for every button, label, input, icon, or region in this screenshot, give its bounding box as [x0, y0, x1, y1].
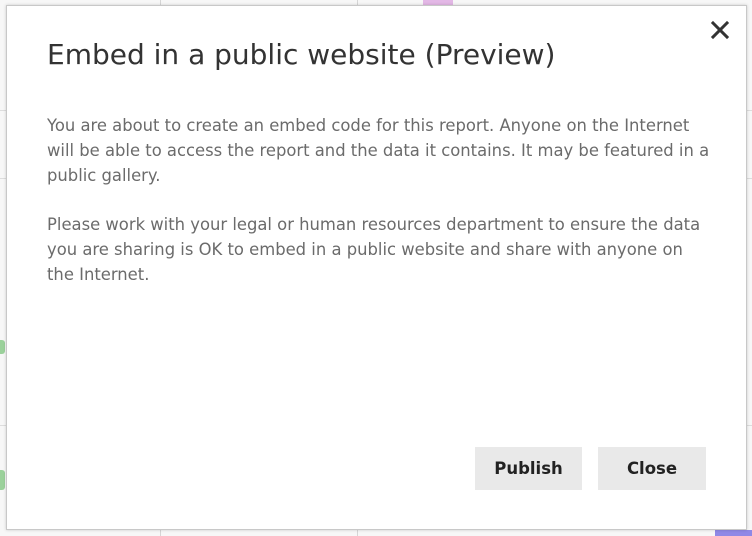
publish-button[interactable]: Publish: [475, 447, 582, 490]
background-visual-accent: [0, 340, 5, 354]
dialog-body: You are about to create an embed code fo…: [47, 113, 712, 311]
close-button[interactable]: Close: [598, 447, 706, 490]
embed-dialog: Embed in a public website (Preview) You …: [6, 5, 747, 530]
warning-paragraph-legal: Please work with your legal or human res…: [47, 215, 701, 284]
background-visual-accent: [715, 530, 752, 536]
close-icon[interactable]: [710, 20, 730, 40]
background-visual-accent: [0, 470, 5, 490]
dialog-title: Embed in a public website (Preview): [47, 38, 556, 71]
warning-paragraph-public-access: You are about to create an embed code fo…: [47, 116, 710, 185]
